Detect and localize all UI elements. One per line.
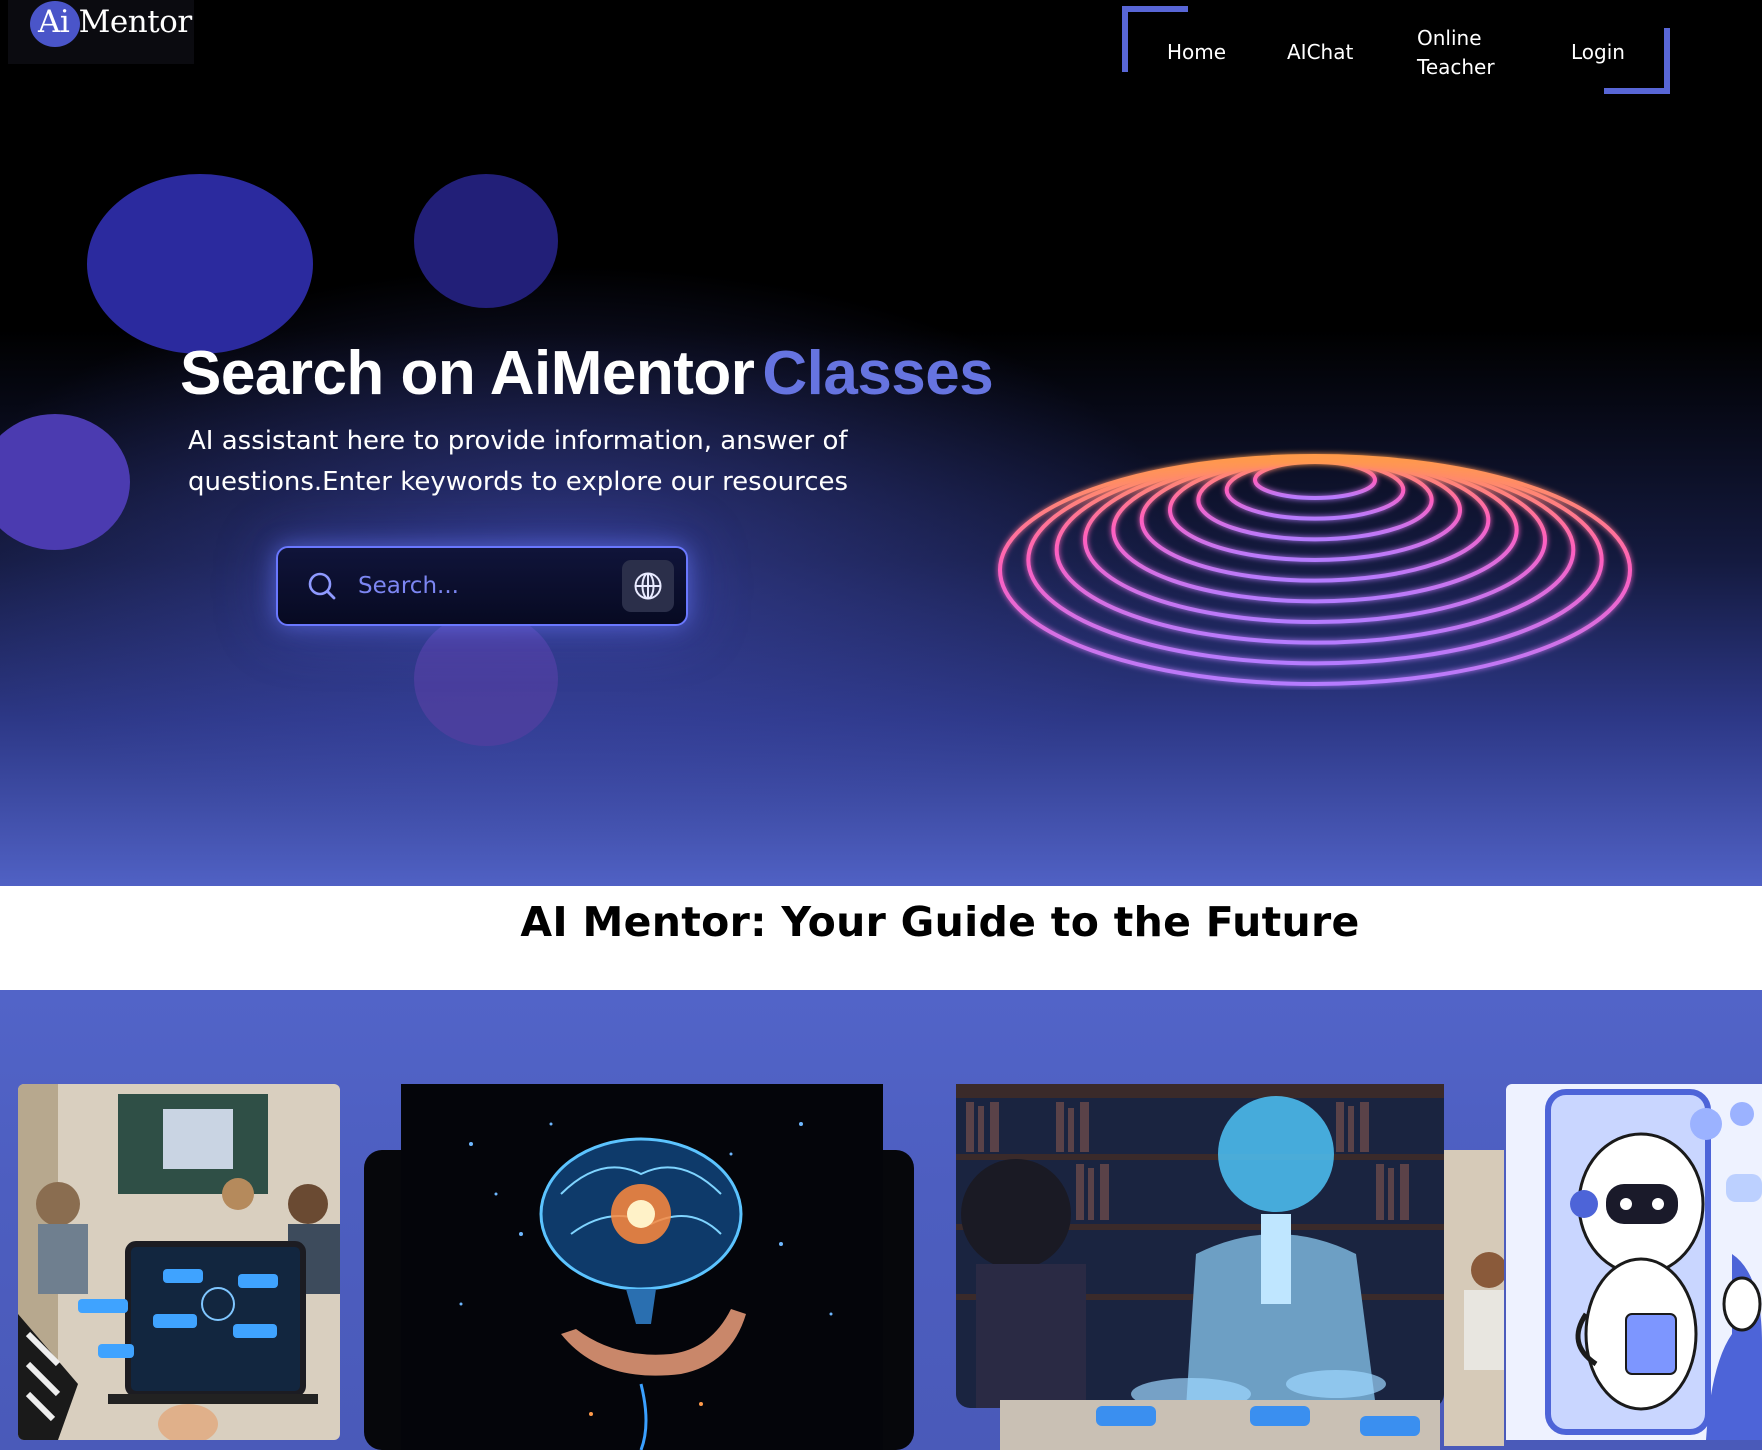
nav-online-teacher-link[interactable]: Online Teacher: [1417, 24, 1495, 82]
hero-section: Ai Mentor Home AIChat Online Teacher Log…: [0, 0, 1762, 886]
gallery-image-hologram-teacher[interactable]: [956, 1084, 1444, 1408]
neon-rings-graphic: [998, 454, 1632, 686]
nav-login-link[interactable]: Login: [1571, 38, 1625, 67]
logo[interactable]: Ai Mentor: [8, 0, 194, 64]
gallery-image-classroom[interactable]: [18, 1084, 340, 1440]
nav-aichat-link[interactable]: AIChat: [1287, 38, 1353, 67]
image-gallery: [0, 990, 1762, 1450]
decor-circle: [414, 612, 558, 746]
hero-description-line2: questions.Enter keywords to explore our …: [188, 467, 849, 497]
main-nav: Home AIChat Online Teacher Login: [1122, 6, 1670, 94]
hero-description-line1: AI assistant here to provide information…: [188, 426, 848, 456]
gallery-image-side-strip: [1444, 1150, 1504, 1446]
logo-text: Ai Mentor: [38, 4, 192, 40]
gallery-image-robot-assistant[interactable]: [1506, 1084, 1762, 1440]
nav-online-teacher-line2: Teacher: [1417, 55, 1495, 79]
decor-circle: [414, 174, 558, 308]
neon-ring: [1224, 459, 1406, 521]
nav-online-teacher-line1: Online: [1417, 26, 1482, 50]
gallery-image-overlap-strip: [1000, 1400, 1440, 1450]
decor-circle: [87, 174, 313, 354]
section-title-band: AI Mentor: Your Guide to the Future: [0, 886, 1762, 990]
neon-ring: [1168, 458, 1462, 562]
neon-ring: [1054, 455, 1576, 645]
search-bar: [276, 546, 688, 626]
section-title: AI Mentor: Your Guide to the Future: [520, 898, 1360, 946]
nav-home-link[interactable]: Home: [1167, 38, 1226, 67]
hero-headline-accent: Classes: [762, 339, 994, 408]
neon-ring: [998, 454, 1632, 686]
search-input[interactable]: [358, 566, 598, 606]
hero-description: AI assistant here to provide information…: [188, 421, 908, 503]
gallery-image-brain[interactable]: [401, 1084, 883, 1450]
hero-headline: Search on AiMentor Classes: [180, 338, 994, 409]
globe-icon: [634, 572, 662, 600]
decor-circle: [0, 414, 130, 550]
search-icon: [306, 570, 338, 602]
globe-button[interactable]: [622, 560, 674, 612]
neon-ring: [1253, 460, 1377, 500]
hero-headline-main: Search on AiMentor: [180, 339, 755, 408]
